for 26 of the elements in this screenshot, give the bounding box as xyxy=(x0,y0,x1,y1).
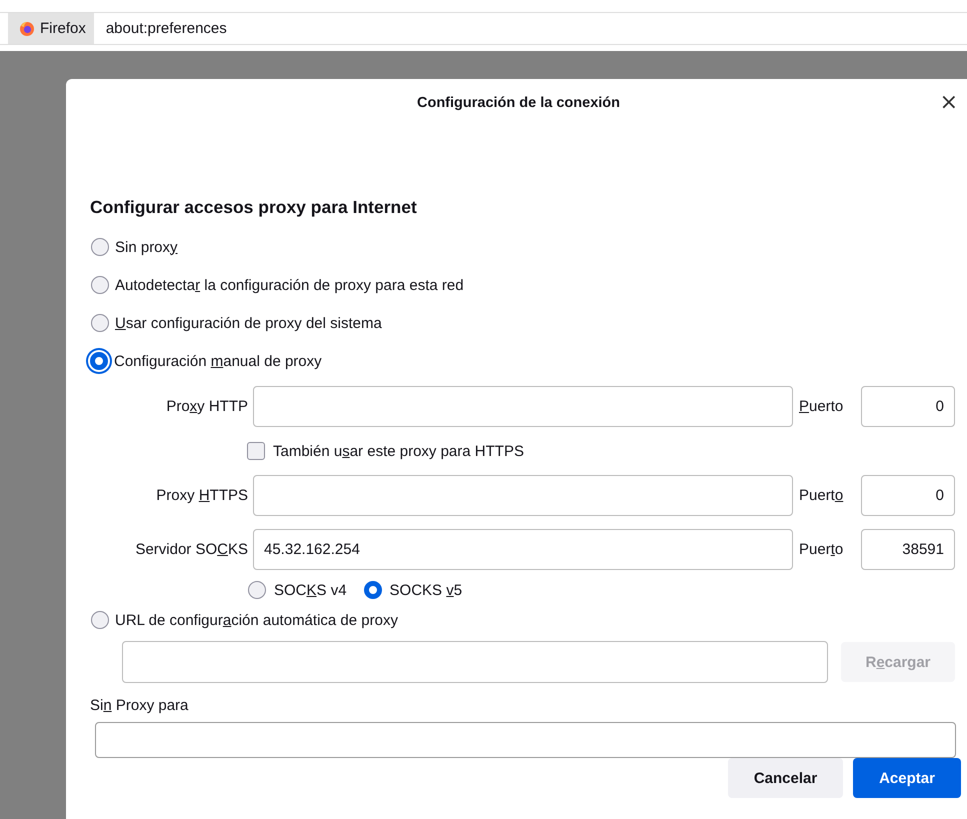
port-field[interactable]: 38591 xyxy=(861,529,955,570)
close-button[interactable]: × xyxy=(936,92,962,114)
section-heading: Configurar accesos proxy para Internet xyxy=(90,197,418,218)
field-label: Proxy HTTP xyxy=(165,398,248,415)
cancel-button[interactable]: Cancelar xyxy=(728,758,843,798)
radio-label[interactable]: URL de configuración automática de proxy xyxy=(115,612,398,628)
browser-button[interactable]: Firefox xyxy=(8,13,94,44)
radio-label[interactable]: Autodetectar la configuración de proxy para esta red xyxy=(115,276,464,294)
dialog-title: Configuración de la conexión xyxy=(416,95,620,111)
field-label: Puerto xyxy=(799,487,844,504)
radio-label[interactable]: Usar configuración de proxy del sistema xyxy=(115,314,382,332)
radio-label[interactable]: SOCKS v5 xyxy=(390,582,462,598)
accept-button[interactable]: Aceptar xyxy=(853,758,961,798)
field-label: Proxy HTTPS xyxy=(155,487,248,504)
field-label: Puerto xyxy=(799,541,844,558)
address-text[interactable]: about:preferences xyxy=(106,20,227,37)
field-label: Servidor SOCKS xyxy=(134,541,248,558)
radio-label[interactable]: Sin proxy xyxy=(115,238,178,256)
field-label: Puerto xyxy=(799,398,844,415)
port-field[interactable]: 0 xyxy=(861,386,955,427)
checkbox-label[interactable]: También usar este proxy para HTTPS xyxy=(273,442,524,460)
field-label: Sin Proxy para xyxy=(90,697,190,714)
radio-label[interactable]: Configuración manual de proxy xyxy=(114,352,322,370)
port-field[interactable]: 0 xyxy=(861,475,955,516)
radio-label[interactable]: SOCKS v4 xyxy=(274,582,347,598)
input-field[interactable]: 45.32.162.254 xyxy=(253,529,793,570)
